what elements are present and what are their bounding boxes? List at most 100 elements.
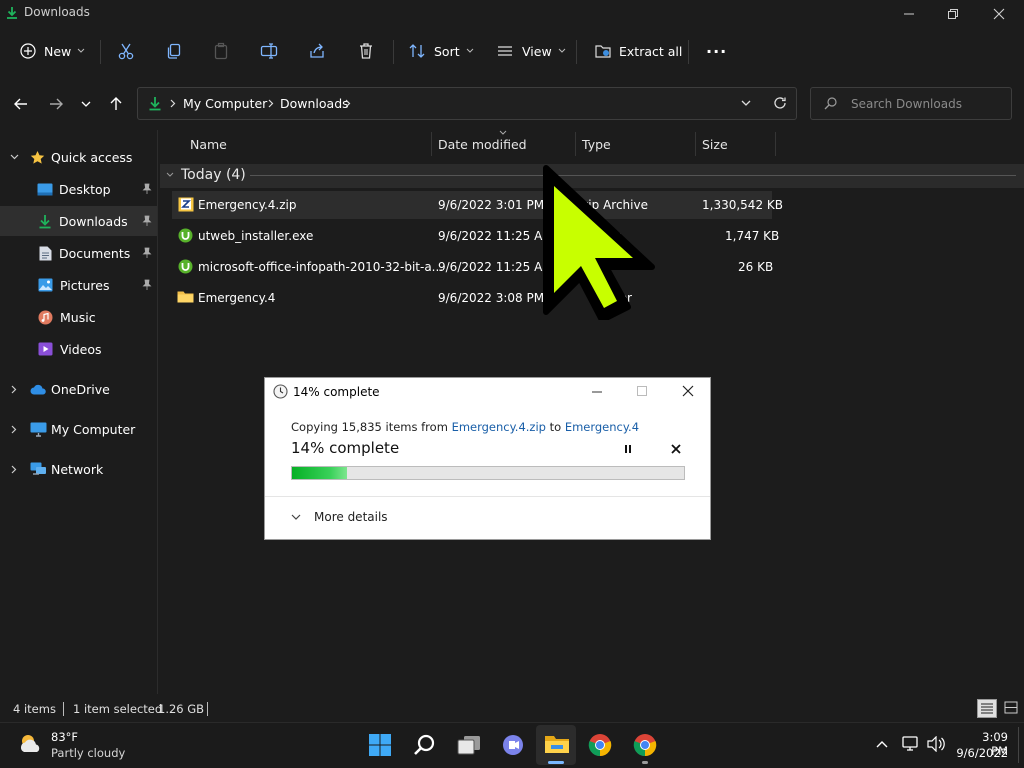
cloud-icon	[30, 384, 47, 395]
search-taskbar-button[interactable]	[413, 733, 437, 757]
breadcrumb-downloads[interactable]: Downloads	[280, 96, 349, 111]
rename-button[interactable]	[260, 38, 278, 64]
column-divider[interactable]	[695, 132, 696, 156]
pause-button[interactable]	[623, 444, 633, 454]
nav-downloads[interactable]: Downloads	[0, 206, 157, 236]
chrome-icon	[633, 733, 657, 757]
file-row[interactable]: utweb_installer.exe 9/6/2022 11:25 AM ic…	[172, 222, 779, 250]
extract-all-button[interactable]: Extract all	[594, 38, 682, 64]
nav-onedrive-label: OneDrive	[51, 381, 110, 397]
copy-button[interactable]	[165, 38, 183, 64]
address-history-dropdown[interactable]	[741, 100, 751, 107]
pin-icon[interactable]	[142, 247, 152, 258]
nav-pictures-label: Pictures	[60, 277, 110, 293]
forward-button[interactable]	[43, 92, 69, 116]
back-button[interactable]	[8, 92, 34, 116]
nav-network[interactable]: Network	[0, 454, 157, 484]
column-header-size[interactable]: Size	[702, 137, 728, 152]
chrome-taskbar-button-2[interactable]	[633, 733, 657, 764]
file-name: microsoft-office-infopath-2010-32-bit-a.…	[198, 260, 444, 274]
nav-desktop[interactable]: Desktop	[0, 174, 157, 204]
column-header-type[interactable]: Type	[582, 137, 611, 152]
minimize-button[interactable]	[886, 0, 932, 28]
copy-icon	[165, 42, 183, 60]
up-button[interactable]	[103, 92, 129, 116]
weather-temperature[interactable]: 83°F	[51, 730, 78, 744]
chrome-icon	[588, 733, 612, 757]
folder-icon	[544, 734, 570, 755]
show-hidden-icons-button[interactable]	[876, 740, 888, 748]
destination-link[interactable]: Emergency.4	[565, 420, 639, 434]
clock-date[interactable]: 9/6/2022	[955, 746, 1008, 760]
source-link[interactable]: Emergency.4.zip	[452, 420, 546, 434]
nav-onedrive[interactable]: OneDrive	[0, 374, 157, 404]
maximize-button[interactable]	[930, 0, 976, 28]
file-row[interactable]: Emergency.4.zip 9/6/2022 3:01 PM zip Arc…	[172, 191, 783, 219]
nav-videos[interactable]: Videos	[0, 334, 157, 364]
file-row[interactable]: microsoft-office-infopath-2010-32-bit-a.…	[172, 253, 773, 281]
view-lines-icon	[496, 42, 514, 60]
pictures-icon	[38, 278, 53, 292]
pin-icon[interactable]	[142, 279, 152, 290]
cut-button[interactable]	[117, 38, 135, 64]
show-desktop-button[interactable]	[1018, 727, 1019, 763]
weather-partly-cloudy-icon[interactable]	[18, 732, 44, 756]
delete-button[interactable]	[357, 38, 375, 64]
network-icon	[30, 462, 47, 477]
recent-locations-button[interactable]	[73, 92, 99, 116]
progress-bar-fill	[292, 467, 347, 479]
column-divider[interactable]	[775, 132, 776, 156]
status-divider	[63, 702, 64, 716]
status-bar: 4 items 1 item selected 1.26 GB	[0, 696, 1024, 722]
nav-music[interactable]: Music	[0, 302, 157, 332]
group-header-label: Today (4)	[181, 167, 246, 183]
volume-icon[interactable]	[927, 736, 945, 752]
new-button[interactable]: New	[20, 38, 85, 64]
nav-quick-access[interactable]: Quick access	[0, 142, 157, 172]
dialog-minimize-button[interactable]	[592, 391, 602, 393]
cancel-copy-button[interactable]	[671, 444, 681, 454]
column-divider[interactable]	[575, 132, 576, 156]
column-header-date-modified[interactable]: Date modified	[438, 137, 527, 152]
details-view-button[interactable]	[977, 699, 997, 718]
sort-indicator-icon	[499, 130, 507, 135]
nav-pictures[interactable]: Pictures	[0, 270, 157, 300]
file-explorer-taskbar-button[interactable]	[536, 725, 576, 765]
sort-label: Sort	[434, 43, 460, 59]
share-button[interactable]	[308, 38, 326, 64]
nav-documents[interactable]: Documents	[0, 238, 157, 268]
column-header-name[interactable]: Name	[190, 137, 227, 152]
teams-chat-button[interactable]	[500, 733, 526, 757]
file-date: 9/6/2022 3:08 PM	[438, 291, 545, 305]
file-size: 1,330,542 KB	[702, 198, 783, 212]
weather-condition[interactable]: Partly cloudy	[51, 746, 125, 760]
pin-icon[interactable]	[142, 183, 152, 194]
chevron-right-icon	[11, 385, 17, 394]
chrome-taskbar-button[interactable]	[588, 733, 612, 757]
refresh-button[interactable]	[773, 96, 787, 110]
large-icons-view-button[interactable]	[1002, 699, 1020, 718]
dialog-close-button[interactable]	[682, 385, 694, 397]
nav-my-computer[interactable]: My Computer	[0, 414, 157, 444]
task-view-button[interactable]	[456, 733, 482, 757]
chevron-right-icon	[11, 425, 17, 434]
videos-icon	[38, 342, 53, 356]
close-button[interactable]	[976, 0, 1022, 28]
view-button[interactable]: View	[496, 38, 566, 64]
file-row[interactable]: Emergency.4 9/6/2022 3:08 PM der	[172, 284, 772, 312]
network-status-icon[interactable]	[902, 736, 920, 752]
paste-button[interactable]	[212, 38, 230, 64]
more-details-button[interactable]: More details	[291, 510, 388, 524]
nav-network-label: Network	[51, 461, 104, 477]
column-divider[interactable]	[431, 132, 432, 156]
more-options-button[interactable]: ...	[706, 34, 727, 60]
search-box[interactable]: Search Downloads	[810, 87, 1012, 120]
address-bar[interactable]: My Computer Downloads	[137, 87, 797, 120]
breadcrumb-my-computer[interactable]: My Computer	[183, 96, 267, 111]
pin-icon[interactable]	[142, 215, 152, 226]
sort-button[interactable]: Sort	[408, 38, 474, 64]
downloads-icon	[5, 6, 19, 20]
utorrent-icon	[178, 228, 193, 243]
status-divider	[207, 702, 208, 716]
start-button[interactable]	[368, 733, 392, 757]
